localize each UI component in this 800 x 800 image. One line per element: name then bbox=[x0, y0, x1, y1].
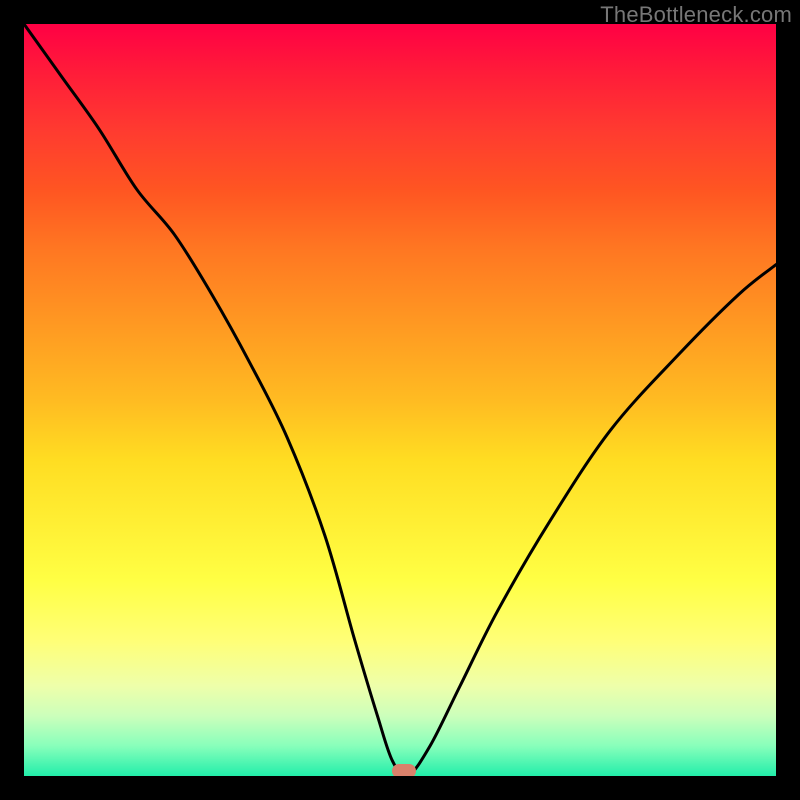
plot-area bbox=[24, 24, 776, 776]
watermark-text: TheBottleneck.com bbox=[600, 2, 792, 28]
bottleneck-curve bbox=[24, 24, 776, 776]
optimal-marker bbox=[392, 764, 416, 776]
